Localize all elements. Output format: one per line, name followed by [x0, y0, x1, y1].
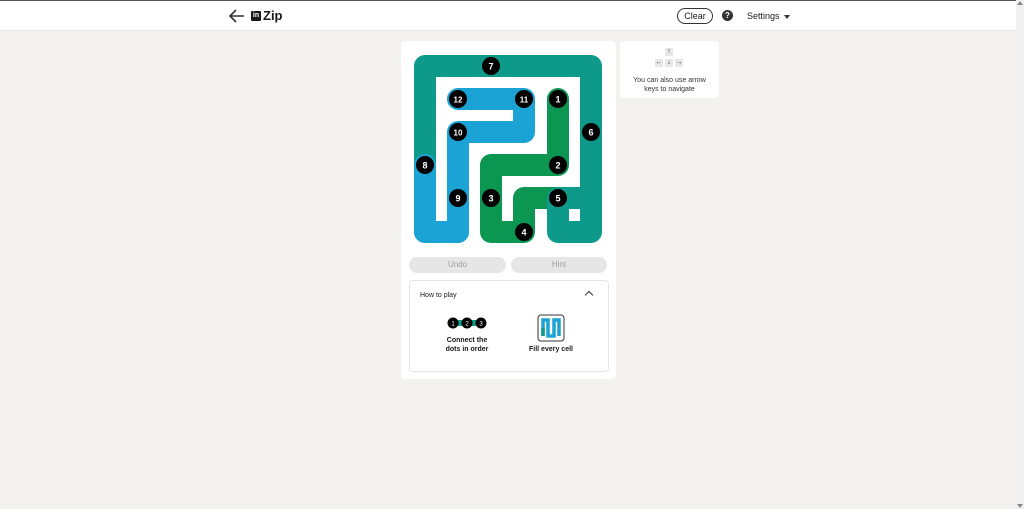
board-background — [414, 55, 602, 243]
dot-5[interactable]: 5 — [549, 189, 567, 207]
dot-1-label: 1 — [555, 95, 560, 105]
dot-10[interactable]: 10 — [449, 123, 467, 141]
dot-10-label: 10 — [454, 129, 463, 138]
dot-3[interactable]: 3 — [482, 189, 500, 207]
back-arrow-icon[interactable] — [229, 9, 245, 23]
dot-6[interactable]: 6 — [582, 123, 600, 141]
arrow-down-key-icon: ↓ — [665, 59, 673, 67]
page-title: Zip — [263, 8, 283, 23]
fill-cells-illustration — [537, 314, 565, 342]
dot-4[interactable]: 4 — [515, 223, 533, 241]
dot-1[interactable]: 1 — [549, 90, 567, 108]
dot-8-label: 8 — [422, 161, 427, 171]
dot-7-label: 7 — [488, 62, 493, 72]
tip-text: You can also use arrow keys to navigate — [633, 77, 706, 93]
dot-11[interactable]: 11 — [515, 90, 533, 108]
scroll-down-icon[interactable] — [1017, 504, 1023, 508]
how-to-play-section: How to play 1 2 3 Connect the dots in or… — [409, 280, 609, 372]
arrow-left-key-icon: ← — [655, 59, 663, 67]
clear-button[interactable]: Clear — [677, 8, 713, 24]
dot-12-label: 12 — [454, 96, 463, 105]
arrow-right-key-icon: → — [675, 59, 683, 67]
chevron-up-icon[interactable] — [584, 290, 594, 300]
dot-9[interactable]: 9 — [449, 189, 467, 207]
how-to-play-title: How to play — [420, 292, 457, 299]
dot-11-label: 11 — [520, 96, 529, 105]
settings-label: Settings — [747, 11, 780, 21]
caret-down-icon — [783, 14, 790, 19]
dot-3-label: 3 — [488, 194, 493, 204]
help-icon[interactable]: ? — [722, 10, 733, 21]
dot-6-label: 6 — [588, 128, 593, 138]
zip-board[interactable]: 1 2 3 4 5 6 7 8 9 10 11 12 — [414, 55, 602, 243]
dot-12[interactable]: 12 — [449, 90, 467, 108]
hint-button[interactable]: Hint — [511, 257, 607, 273]
dot-7[interactable]: 7 — [482, 57, 500, 75]
scrollbar[interactable] — [1016, 0, 1024, 509]
connect-dots-illustration: 1 2 3 — [447, 317, 487, 329]
scroll-up-icon[interactable] — [1017, 1, 1023, 5]
arrow-up-key-icon: ↑ — [665, 48, 673, 56]
dot-5-label: 5 — [555, 194, 560, 204]
step1-label: Connect the dots in order — [445, 337, 489, 353]
dot-4-label: 4 — [521, 228, 526, 238]
undo-button[interactable]: Undo — [409, 257, 506, 273]
dot-2[interactable]: 2 — [549, 156, 567, 174]
settings-dropdown[interactable]: Settings — [747, 11, 790, 21]
arrow-keys-tip: ↑ ← ↓ → You can also use arrow keys to n… — [620, 41, 719, 98]
dot-8[interactable]: 8 — [416, 156, 434, 174]
dot-2-label: 2 — [555, 161, 560, 171]
linkedin-logo: in — [251, 11, 261, 21]
dot-9-label: 9 — [455, 194, 460, 204]
top-bar: in Zip Clear ? Settings — [0, 0, 1016, 31]
step2-label: Fill every cell — [529, 346, 573, 353]
